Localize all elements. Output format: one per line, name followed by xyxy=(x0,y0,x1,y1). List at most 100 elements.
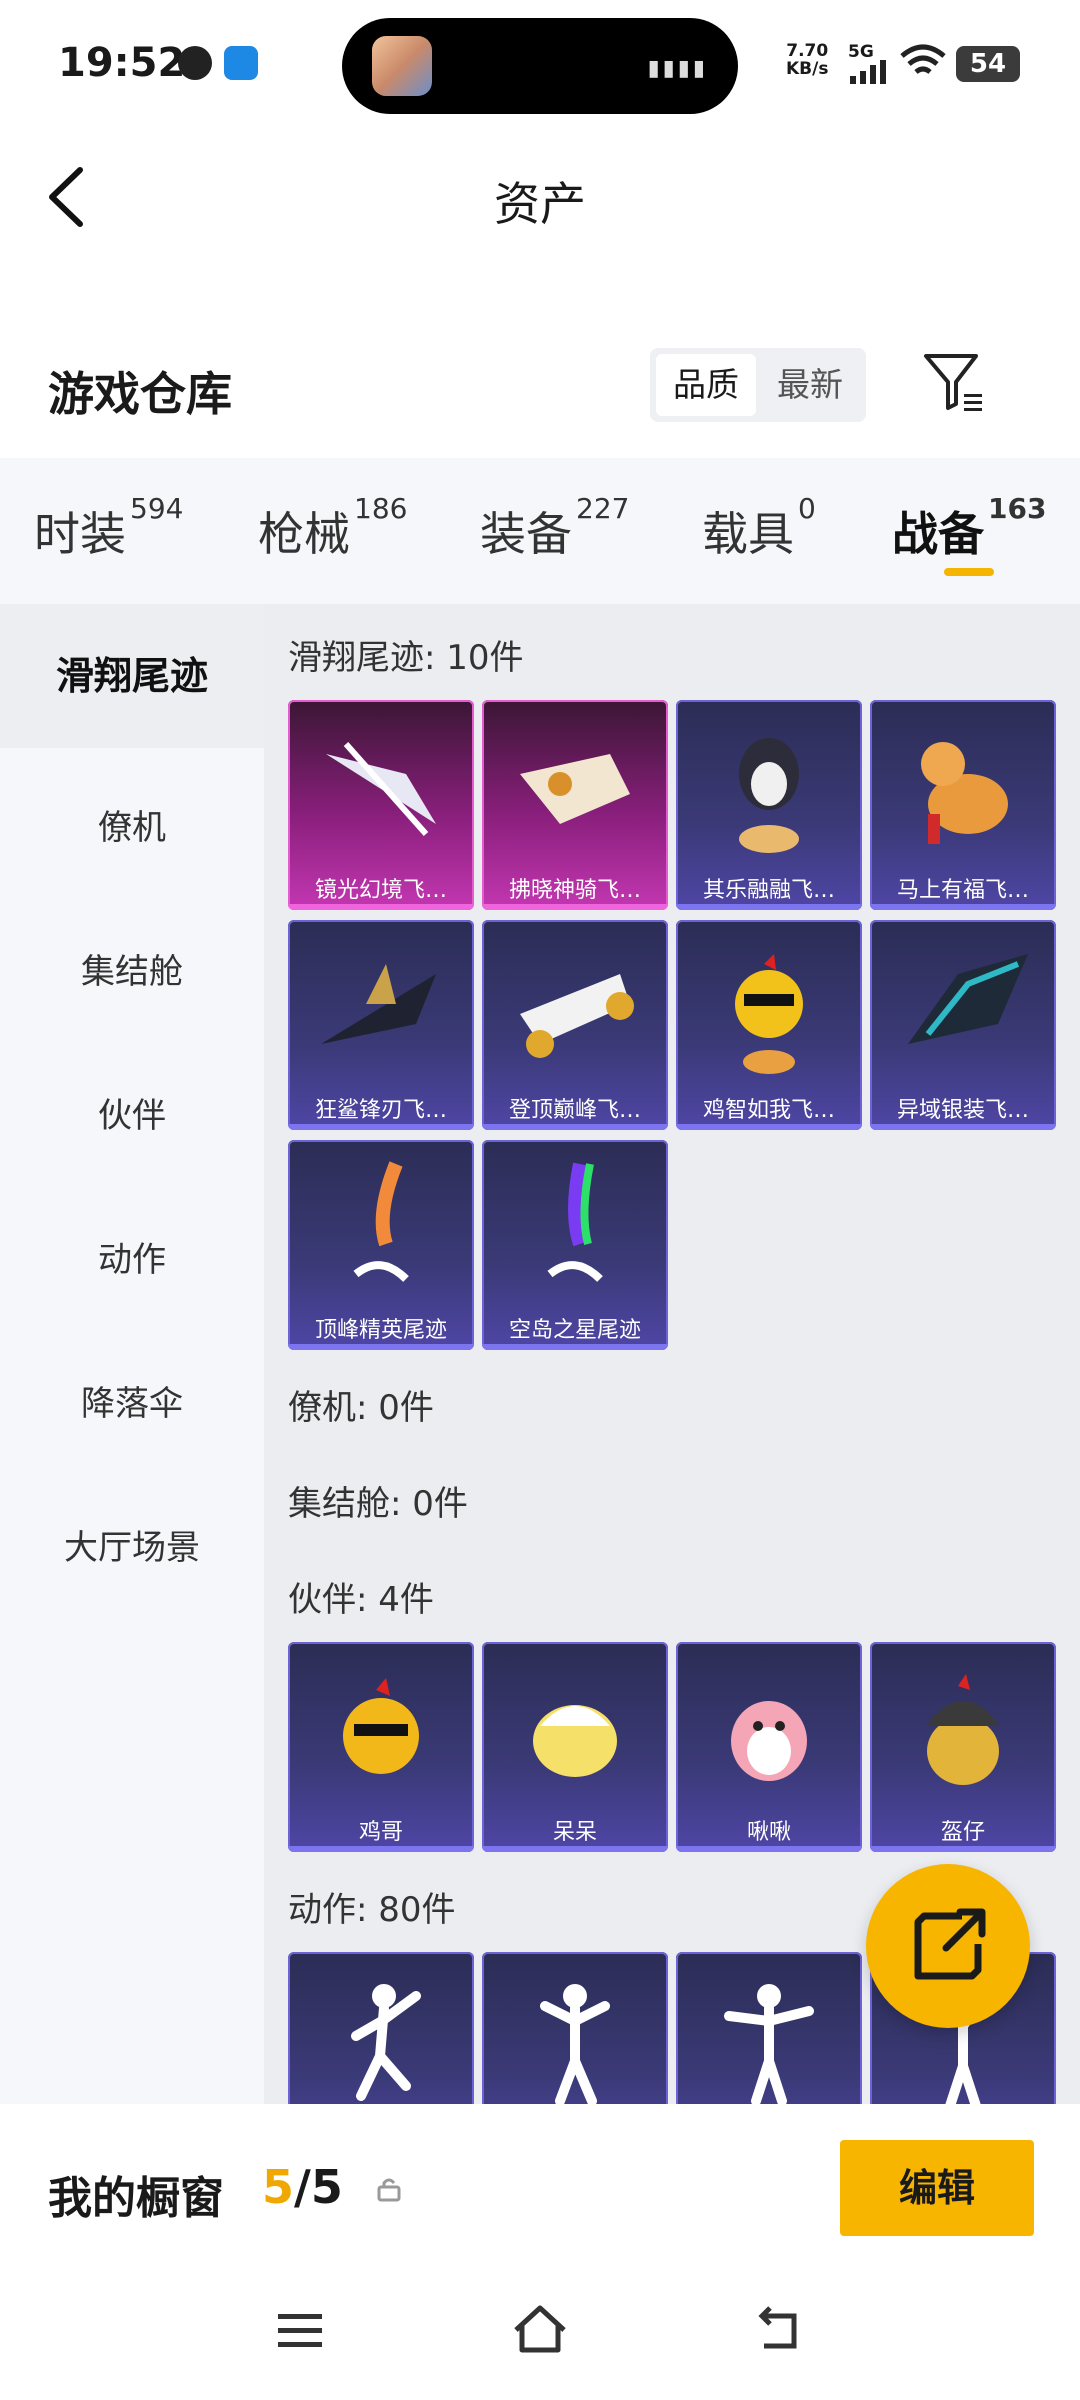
item-name: 马上有福飞… xyxy=(896,878,1029,903)
item-name: 异域银装飞… xyxy=(896,1098,1029,1123)
broadcast-icon xyxy=(224,46,258,80)
status-bar: 19:52 ▮▮▮▮ 7.70 KB/s 5G 54 xyxy=(0,0,1080,120)
penguin-glider-icon xyxy=(739,738,799,853)
quality-bar xyxy=(288,904,474,910)
item-name: 登顶巅峰飞… xyxy=(508,1098,641,1123)
showcase-total: 5 xyxy=(310,2160,343,2214)
item-card[interactable]: 马上有福飞… xyxy=(870,700,1056,910)
side-nav: 滑翔尾迹 僚机 集结舱 伙伴 动作 降落伞 大厅场景 xyxy=(0,604,264,2104)
quality-bar xyxy=(676,1846,862,1852)
item-card[interactable]: 顶峰精英尾迹 xyxy=(288,1140,474,1350)
quality-bar xyxy=(288,1124,474,1130)
dance-emote-icon xyxy=(724,1984,814,2104)
item-card[interactable]: 啾啾 xyxy=(676,1642,862,1852)
item-card[interactable]: 鸡哥 xyxy=(288,1642,474,1852)
warehouse-title: 游戏仓库 xyxy=(48,367,232,421)
side-item-emote[interactable]: 动作 xyxy=(0,1232,264,1281)
vpn-globe-icon xyxy=(178,46,212,80)
chicken-partner-icon xyxy=(343,1678,419,1774)
item-card[interactable]: 其乐融融飞… xyxy=(676,700,862,910)
home-icon[interactable] xyxy=(510,2300,570,2360)
quality-bar xyxy=(482,904,668,910)
tab-fashion[interactable]: 时装 594 xyxy=(34,492,183,564)
quality-bar xyxy=(288,1344,474,1350)
showcase-current: 5 xyxy=(262,2160,295,2214)
filter-icon[interactable] xyxy=(920,350,986,416)
exotic-glider-icon xyxy=(908,954,1028,1044)
side-item-partner[interactable]: 伙伴 xyxy=(0,1088,264,1137)
wifi-icon xyxy=(900,44,946,74)
quality-bar xyxy=(870,1124,1056,1130)
jet-glider-icon xyxy=(520,974,634,1058)
item-name: 其乐融融飞… xyxy=(702,878,835,903)
net-speed-unit: KB/s xyxy=(786,59,829,79)
sort-newest-button[interactable]: 最新 xyxy=(760,354,860,416)
quality-bar xyxy=(482,1344,668,1350)
item-card[interactable] xyxy=(288,1952,474,2104)
tab-label: 战备 xyxy=(892,507,984,561)
active-tab-indicator xyxy=(944,568,994,576)
media-thumbnail xyxy=(372,36,432,96)
tab-equipment[interactable]: 装备 227 xyxy=(480,492,629,564)
sort-quality-button[interactable]: 品质 xyxy=(656,354,756,416)
quality-bar xyxy=(676,1124,862,1130)
chicken-glider-icon xyxy=(735,954,803,1074)
tab-guns[interactable]: 枪械 186 xyxy=(258,492,407,564)
item-card[interactable]: 异域银装飞… xyxy=(870,920,1056,1130)
quality-bar xyxy=(482,1124,668,1130)
item-card[interactable]: 拂晓神骑飞… xyxy=(482,700,668,910)
item-name: 啾啾 xyxy=(746,1820,791,1845)
item-card[interactable]: 盔仔 xyxy=(870,1642,1056,1852)
item-card[interactable] xyxy=(482,1952,668,2104)
item-name: 鸡哥 xyxy=(358,1820,403,1845)
tab-label: 枪械 xyxy=(258,507,350,561)
tab-count: 594 xyxy=(130,492,184,525)
item-name: 拂晓神骑飞… xyxy=(508,878,641,903)
share-icon xyxy=(914,1908,986,1980)
dynamic-island[interactable]: ▮▮▮▮ xyxy=(342,18,738,114)
tab-count: 186 xyxy=(354,492,408,525)
item-card[interactable]: 狂鲨锋刃飞… xyxy=(288,920,474,1130)
item-card[interactable]: 登顶巅峰飞… xyxy=(482,920,668,1130)
quality-bar xyxy=(870,1846,1056,1852)
rainbow-trail-icon xyxy=(547,1162,603,1282)
item-name: 镜光幻境飞… xyxy=(314,878,447,903)
category-tabs: 时装 594 枪械 186 装备 227 载具 0 战备 163 xyxy=(0,458,1080,604)
item-name: 狂鲨锋刃飞… xyxy=(314,1098,447,1123)
side-item-parachute[interactable]: 降落伞 xyxy=(0,1376,264,1425)
battery-indicator: 54 xyxy=(956,46,1020,82)
side-item-wingman[interactable]: 僚机 xyxy=(0,800,264,849)
menu-icon[interactable] xyxy=(270,2300,330,2360)
page-title: 资产 xyxy=(494,177,586,231)
quality-bar xyxy=(482,1846,668,1852)
side-item-lobby-scene[interactable]: 大厅场景 xyxy=(0,1520,264,1569)
signal-label: 5G xyxy=(848,42,874,62)
tab-battle-gear[interactable]: 战备 163 xyxy=(892,492,1046,564)
dance-emote-icon xyxy=(540,1984,610,2104)
bird-partner-icon xyxy=(731,1701,807,1781)
group-title-emote: 动作: 80件 xyxy=(288,1890,456,1930)
item-card[interactable]: 呆呆 xyxy=(482,1642,668,1852)
side-item-glide-trail[interactable]: 滑翔尾迹 xyxy=(0,604,264,748)
edit-button[interactable]: 编辑 xyxy=(840,2140,1034,2236)
item-card[interactable]: 空岛之星尾迹 xyxy=(482,1140,668,1350)
sort-toggle: 品质 最新 xyxy=(650,348,866,422)
item-card[interactable]: 鸡智如我飞… xyxy=(676,920,862,1130)
horse-glider-icon xyxy=(921,742,1008,844)
tab-label: 载具 xyxy=(702,507,794,561)
share-button[interactable] xyxy=(866,1864,1030,2028)
audio-wave-icon: ▮▮▮▮ xyxy=(647,56,708,81)
shark-glider-icon xyxy=(321,964,436,1044)
showcase-label: 我的橱窗 xyxy=(48,2173,224,2224)
tab-label: 时装 xyxy=(34,507,126,561)
lock-icon xyxy=(377,2178,401,2202)
side-item-rally-pod[interactable]: 集结舱 xyxy=(0,944,264,993)
back-icon[interactable] xyxy=(750,2300,810,2360)
item-name: 呆呆 xyxy=(552,1820,597,1845)
item-name: 顶峰精英尾迹 xyxy=(314,1318,447,1343)
item-card[interactable] xyxy=(676,1952,862,2104)
group-title-wingman: 僚机: 0件 xyxy=(288,1388,434,1428)
item-card[interactable]: 镜光幻境飞… xyxy=(288,700,474,910)
tab-vehicles[interactable]: 载具 0 xyxy=(702,492,816,564)
glider-icon xyxy=(520,754,630,824)
